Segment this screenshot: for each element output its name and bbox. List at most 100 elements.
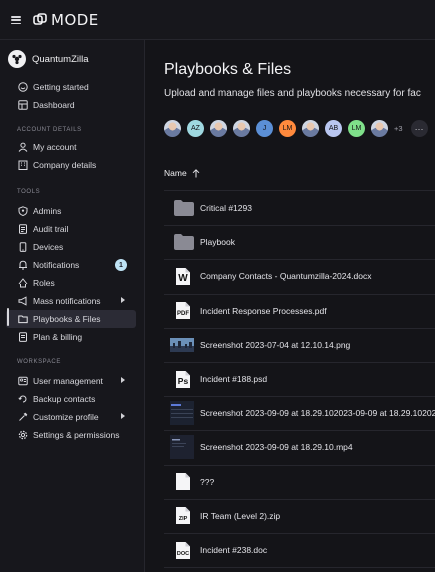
avatar[interactable]: LM — [348, 120, 365, 137]
sidebar-item-label: Notifications — [33, 260, 80, 270]
building-icon — [18, 160, 28, 170]
sidebar-item-notifications[interactable]: Notifications 1 — [0, 256, 145, 274]
file-name: Incident Response Processes.pdf — [200, 305, 327, 316]
megaphone-icon — [18, 296, 27, 306]
zip-file-icon: ZIP — [175, 506, 191, 527]
sidebar: QuantumZilla Getting started Dashboard A… — [0, 40, 145, 572]
avatar[interactable]: LM — [279, 120, 296, 137]
avatar[interactable] — [371, 120, 388, 137]
mode-logo-icon — [33, 13, 47, 25]
main-content: Playbooks & Files Upload and manage file… — [146, 40, 435, 572]
svg-text:DOC: DOC — [177, 551, 189, 557]
shield-icon — [18, 206, 28, 216]
file-name: Playbook — [200, 237, 235, 248]
svg-text:W: W — [178, 273, 188, 284]
sidebar-item-label: Settings & permissions — [33, 430, 120, 440]
menu-icon[interactable] — [11, 16, 21, 24]
table-row[interactable]: ZIP IR Team (Level 2).zip — [164, 499, 435, 533]
roles-icon — [18, 278, 28, 288]
table-row[interactable]: ??? — [164, 465, 435, 499]
users-icon — [18, 376, 28, 386]
sort-ascending-icon — [192, 168, 200, 177]
sidebar-item-label: Roles — [33, 278, 55, 288]
org-switcher[interactable]: QuantumZilla — [8, 50, 89, 68]
sidebar-item-label: User management — [33, 376, 103, 386]
more-avatars-count[interactable]: +3 — [394, 120, 403, 137]
sidebar-item-admins[interactable]: Admins — [0, 202, 145, 220]
column-header-name[interactable]: Name — [164, 168, 200, 178]
avatar[interactable]: AB — [325, 120, 342, 137]
smile-icon — [18, 82, 28, 92]
avatar[interactable] — [164, 120, 181, 137]
chevron-right-icon — [121, 377, 125, 383]
table-row[interactable]: Screenshot 2023-09-09 at 18.29.102023-09… — [164, 396, 435, 430]
table-row[interactable]: W Company Contacts - Quantumzilla-2024.do… — [164, 259, 435, 293]
sidebar-item-devices[interactable]: Devices — [0, 238, 145, 256]
billing-icon — [19, 332, 27, 342]
gear-icon — [18, 430, 28, 440]
sidebar-item-customize-profile[interactable]: Customize profile — [0, 408, 145, 426]
sidebar-item-label: Backup contacts — [33, 394, 96, 404]
table-row[interactable]: PDF Incident Response Processes.pdf — [164, 294, 435, 328]
image-thumbnail — [170, 337, 194, 354]
svg-text:PDF: PDF — [177, 311, 189, 317]
word-file-icon: W — [175, 267, 191, 288]
sidebar-item-roles[interactable]: Roles — [0, 274, 145, 292]
section-header: WORKSPACE — [17, 359, 61, 365]
video-thumbnail — [170, 435, 194, 461]
avatar[interactable] — [302, 120, 319, 137]
org-name: QuantumZilla — [32, 53, 89, 65]
folder-icon — [174, 200, 194, 218]
sidebar-item-mass-notifications[interactable]: Mass notifications — [0, 292, 145, 310]
photoshop-file-icon: Ps — [175, 370, 191, 391]
sidebar-item-audit-trail[interactable]: Audit trail — [0, 220, 145, 238]
sidebar-item-label: Mass notifications — [33, 296, 101, 306]
nav-top: Getting started Dashboard — [0, 78, 145, 114]
brand-logo[interactable]: MODE — [33, 11, 99, 29]
table-row[interactable]: Ps Incident #188.psd — [164, 362, 435, 396]
org-logo-icon — [8, 50, 26, 68]
table-row[interactable]: Playbook — [164, 225, 435, 259]
sidebar-item-my-account[interactable]: My account — [0, 138, 145, 156]
sidebar-item-playbooks-files[interactable]: Playbooks & Files — [6, 310, 136, 328]
sidebar-item-label: Dashboard — [33, 100, 75, 110]
sidebar-item-label: Audit trail — [33, 224, 69, 234]
table-row[interactable]: Critical #1293 — [164, 191, 435, 225]
chevron-right-icon — [121, 297, 125, 303]
table-row[interactable]: DOC Incident #238.doc — [164, 533, 435, 567]
sidebar-item-getting-started[interactable]: Getting started — [0, 78, 145, 96]
avatar[interactable] — [210, 120, 227, 137]
sidebar-item-user-management[interactable]: User management — [0, 372, 145, 390]
sidebar-item-label: Plan & billing — [33, 332, 83, 342]
svg-text:ZIP: ZIP — [179, 516, 188, 522]
more-options-icon[interactable]: ··· — [410, 120, 428, 137]
avatar[interactable] — [233, 120, 250, 137]
customize-icon — [19, 412, 28, 421]
file-name: IR Team (Level 2).zip — [200, 510, 281, 521]
file-name: Screenshot 2023-09-09 at 18.29.10.mp4 — [200, 442, 353, 453]
sidebar-item-backup-contacts[interactable]: Backup contacts — [0, 390, 145, 408]
devices-icon — [19, 242, 27, 252]
sidebar-item-plan-billing[interactable]: Plan & billing — [0, 328, 145, 346]
svg-text:Ps: Ps — [178, 376, 189, 386]
sidebar-item-label: My account — [33, 142, 77, 152]
sidebar-item-settings-permissions[interactable]: Settings & permissions — [0, 426, 145, 444]
sidebar-item-company-details[interactable]: Company details — [0, 156, 145, 174]
sidebar-item-label: Admins — [33, 206, 62, 216]
sidebar-item-label: Playbooks & Files — [33, 314, 101, 324]
file-name: Screenshot 2023-07-04 at 12.10.14.png — [200, 339, 351, 350]
column-header-label: Name — [164, 168, 187, 178]
table-row[interactable]: Screenshot 2023-09-09 at 18.29.10.mp4 — [164, 430, 435, 464]
sidebar-item-label: Customize profile — [33, 412, 99, 422]
file-name: Screenshot 2023-09-09 at 18.29.102023-09… — [200, 408, 435, 419]
page-subtitle: Upload and manage files and playbooks ne… — [164, 88, 421, 99]
avatar[interactable]: AZ — [187, 120, 204, 137]
doc-file-icon: DOC — [175, 541, 191, 562]
table-row[interactable]: Screenshot 2023-07-04 at 12.10.14.png — [164, 328, 435, 362]
sidebar-item-dashboard[interactable]: Dashboard — [0, 96, 145, 114]
avatar[interactable]: J — [256, 120, 273, 137]
file-name: Incident #238.doc — [200, 545, 268, 555]
section-header: TOOLS — [17, 189, 41, 195]
folder-icon — [18, 315, 28, 324]
file-name: ??? — [200, 476, 215, 487]
